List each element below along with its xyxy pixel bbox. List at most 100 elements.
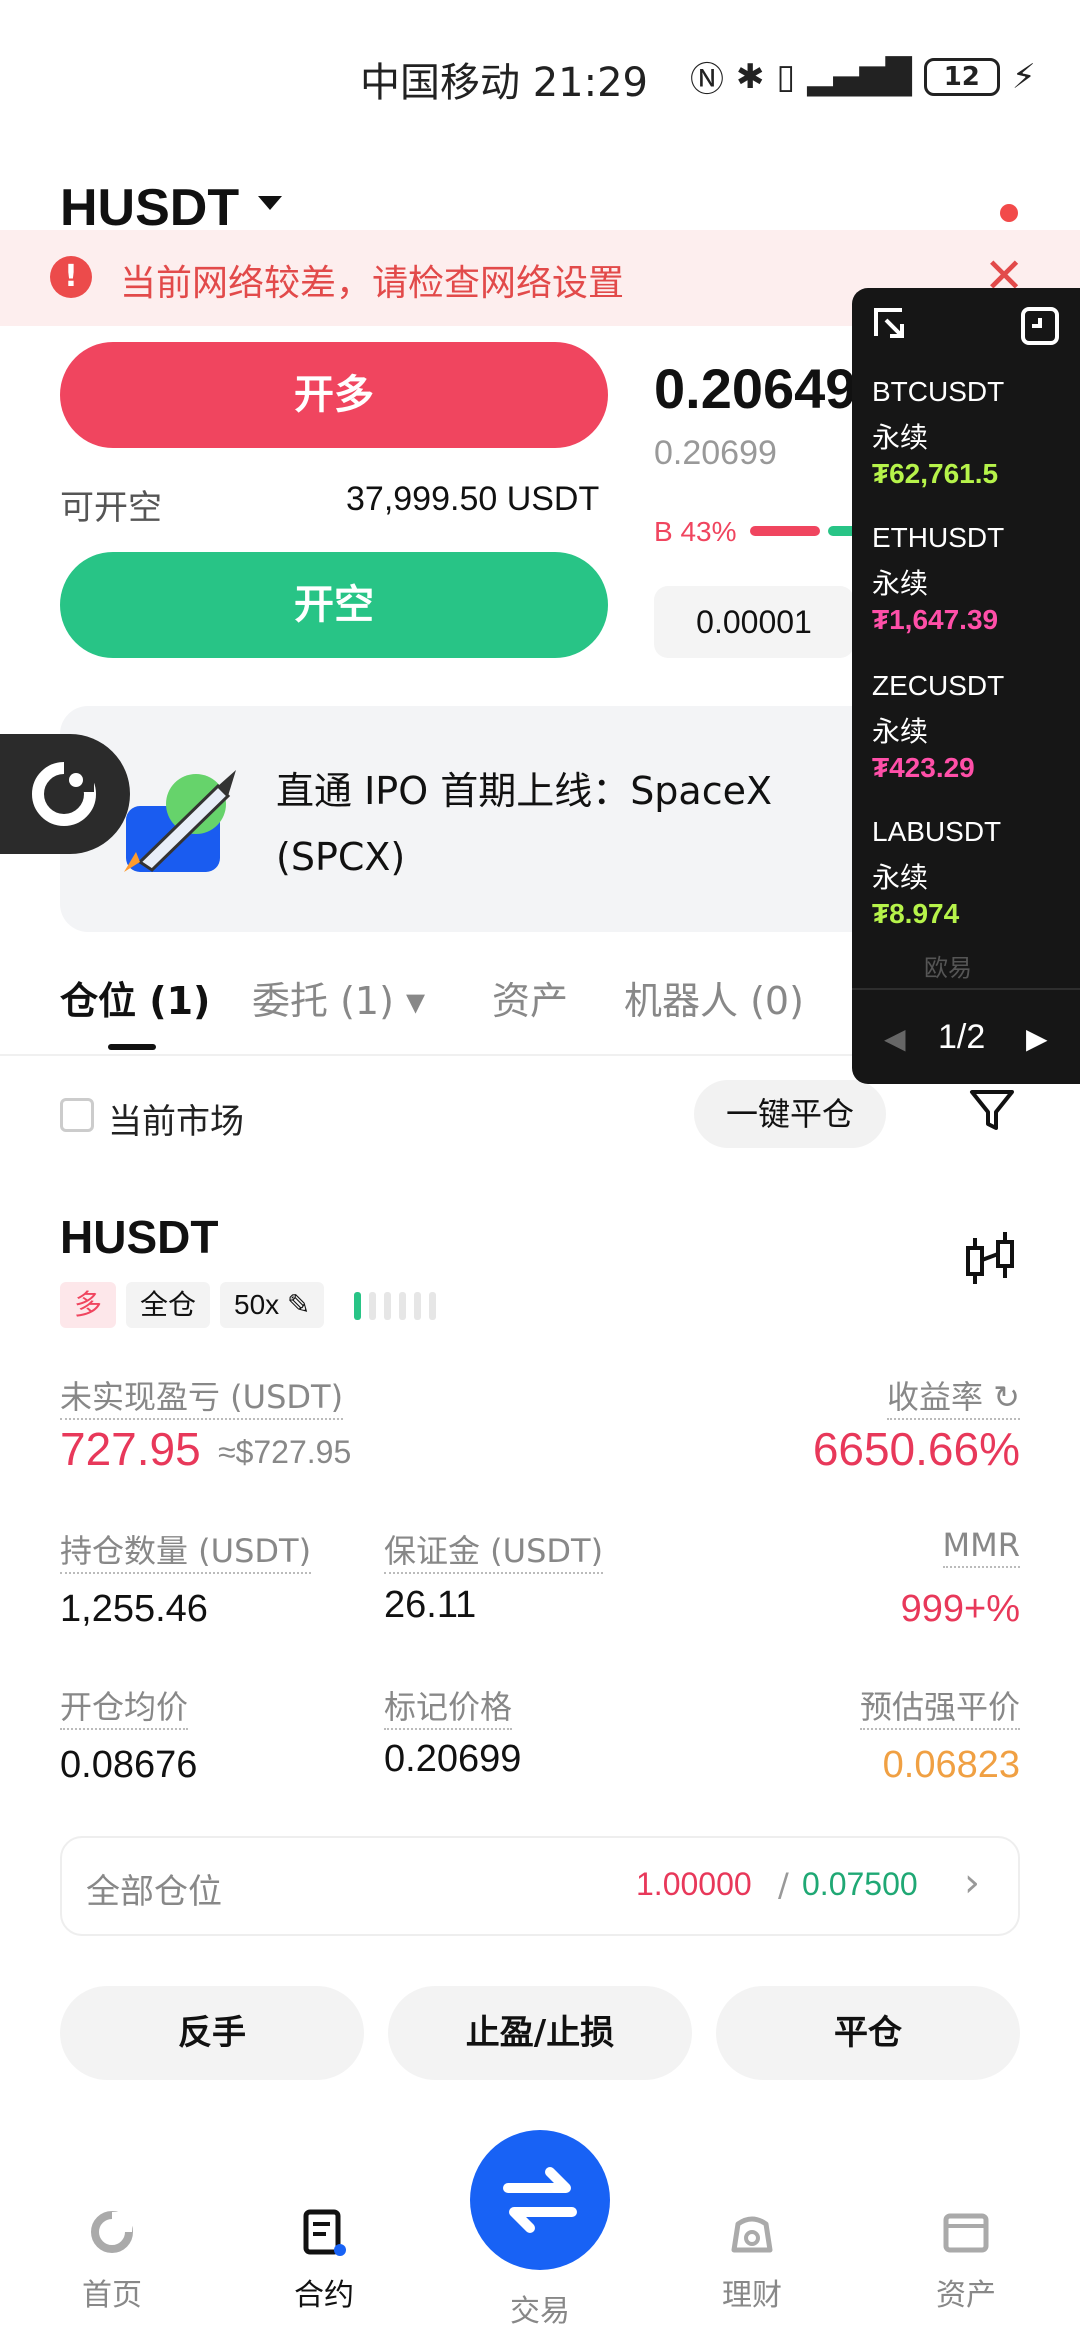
nav-assets-label: 资产	[936, 2278, 996, 2313]
ticker-type: 永续	[872, 715, 929, 748]
ticker-divider	[852, 988, 1080, 990]
ticker-symbol[interactable]: BTCUSDT	[872, 376, 1004, 408]
ticker-price: ₮1,647.39	[872, 604, 999, 635]
risk-level-bars	[354, 1292, 436, 1320]
last-price: 0.20649	[654, 357, 857, 420]
ticker-page-indicator: 1/2	[938, 1018, 986, 1056]
bluetooth-icon: ✱	[736, 56, 765, 97]
ticker-type: 永续	[872, 567, 929, 600]
nav-futures-label: 合约	[294, 2278, 354, 2313]
side-tag: 多	[60, 1282, 117, 1328]
mark-price-small: 0.20699	[654, 434, 777, 472]
current-market-checkbox[interactable]	[60, 1098, 94, 1132]
mmr-value: 999+%	[900, 1588, 1020, 1630]
collapse-icon[interactable]	[1020, 306, 1060, 346]
filter-icon[interactable]	[964, 1082, 1020, 1138]
swap-icon	[503, 2167, 577, 2233]
status-icons: Ⓝ ✱ ▯ ▂▄▆█ 12 ⚡	[690, 52, 1036, 101]
charging-icon: ⚡	[1011, 56, 1036, 97]
available-value: 37,999.50 USDT	[346, 480, 600, 518]
reverse-button[interactable]: 反手	[60, 1986, 364, 2080]
ticker-type: 永续	[872, 861, 929, 894]
status-carrier-time: 中国移动 21:29	[360, 60, 648, 106]
signal-icon: ▂▄▆█	[807, 56, 912, 97]
ticker-symbol[interactable]: ETHUSDT	[872, 522, 1004, 554]
available-label: 可开空	[60, 488, 162, 528]
buy-ratio: B 43%	[654, 516, 737, 547]
finance-icon	[731, 2216, 773, 2253]
tab-underline	[108, 1044, 156, 1050]
all-positions-separator: /	[778, 1866, 789, 1904]
tab-positions[interactable]: 仓位 (1)	[60, 970, 210, 1025]
assistant-icon	[32, 762, 96, 826]
chevron-right-icon[interactable]: ›	[964, 1860, 980, 1906]
expand-icon[interactable]	[872, 306, 912, 346]
ticker-symbol[interactable]: LABUSDT	[872, 816, 1001, 848]
pnl-label: 未实现盈亏 (USDT)	[60, 1372, 344, 1420]
chevron-down-icon[interactable]	[258, 196, 282, 210]
wallet-icon	[943, 2213, 989, 2253]
battery-icon: 12	[923, 57, 1000, 96]
tab-assets[interactable]: 资产	[492, 970, 568, 1025]
nav-home[interactable]: 首页	[52, 2206, 172, 2314]
roi-label: 收益率 ↻	[887, 1372, 1020, 1420]
nav-home-label: 首页	[82, 2278, 142, 2313]
ticker-price: ₮423.29	[872, 752, 975, 783]
size-value: 1,255.46	[60, 1588, 208, 1630]
home-icon	[91, 2211, 133, 2253]
open-long-button[interactable]: 开多	[60, 342, 608, 448]
leverage-tag[interactable]: 50x ✎	[220, 1282, 325, 1328]
size-label: 持仓数量 (USDT)	[60, 1526, 312, 1574]
info-icon: !	[50, 256, 92, 298]
tab-bots[interactable]: 机器人 (0)	[624, 970, 804, 1025]
position-symbol: HUSDT	[60, 1211, 219, 1263]
margin-label: 保证金 (USDT)	[384, 1526, 604, 1574]
all-positions-long: 1.00000	[636, 1866, 752, 1902]
nav-finance-label: 理财	[722, 2278, 782, 2313]
all-positions-label: 全部仓位	[86, 1872, 222, 1912]
nav-futures[interactable]: 合约	[264, 2206, 384, 2314]
ticker-type: 永续	[872, 421, 929, 454]
network-warning-text: 当前网络较差，请检查网络设置	[120, 263, 625, 304]
nav-trade-label: 交易	[510, 2294, 570, 2329]
trade-button[interactable]	[470, 2130, 610, 2270]
futures-icon	[303, 2209, 346, 2256]
ticker-symbol[interactable]: ZECUSDT	[872, 670, 1004, 702]
margin-mode-tag: 全仓	[126, 1282, 211, 1328]
pair-selector[interactable]: HUSDT	[60, 178, 239, 238]
okx-logo: 欧易	[924, 954, 972, 982]
vibrate-icon: ▯	[776, 56, 796, 97]
nfc-icon: Ⓝ	[690, 60, 724, 100]
pnl-usd: ≈$727.95	[218, 1434, 352, 1470]
chart-candle-icon[interactable]	[962, 1230, 1018, 1290]
next-page-icon[interactable]: ▶	[1026, 1022, 1048, 1055]
nav-assets[interactable]: 资产	[906, 2206, 1026, 2314]
tpsl-button[interactable]: 止盈/止损	[388, 1986, 692, 2080]
price-step-select[interactable]: 0.00001	[654, 586, 854, 658]
ticker-price: ₮62,761.5	[872, 458, 999, 489]
mark-label: 标记价格	[384, 1682, 513, 1730]
promo-banner-text: 直通 IPO 首期上线：SpaceX (SPCX)	[276, 769, 773, 879]
floating-assistant[interactable]	[0, 734, 130, 854]
close-all-button[interactable]: 一键平仓	[694, 1080, 886, 1148]
close-position-button[interactable]: 平仓	[716, 1986, 1020, 2080]
current-market-label: 当前市场	[108, 1102, 244, 1142]
open-short-button[interactable]: 开空	[60, 552, 608, 658]
pnl-value: 727.95	[60, 1423, 201, 1475]
nav-finance[interactable]: 理财	[692, 2206, 812, 2314]
tab-orders[interactable]: 委托 (1) ▾	[252, 970, 425, 1025]
entry-value: 0.08676	[60, 1744, 198, 1786]
roi-value: 6650.66%	[812, 1423, 1020, 1475]
liq-value: 0.06823	[882, 1744, 1020, 1786]
mark-value: 0.20699	[384, 1738, 522, 1780]
liq-label: 预估强平价	[859, 1682, 1020, 1730]
rocket-icon	[124, 770, 236, 872]
notification-dot	[1000, 204, 1018, 222]
buy-ratio-bar	[750, 526, 820, 536]
ticker-price: ₮8.974	[872, 898, 960, 929]
mmr-label: MMR	[942, 1526, 1020, 1568]
all-positions-short: 0.07500	[802, 1866, 918, 1902]
prev-page-icon[interactable]: ◀	[884, 1022, 906, 1055]
margin-value: 26.11	[384, 1584, 477, 1626]
entry-label: 开仓均价	[60, 1682, 189, 1730]
